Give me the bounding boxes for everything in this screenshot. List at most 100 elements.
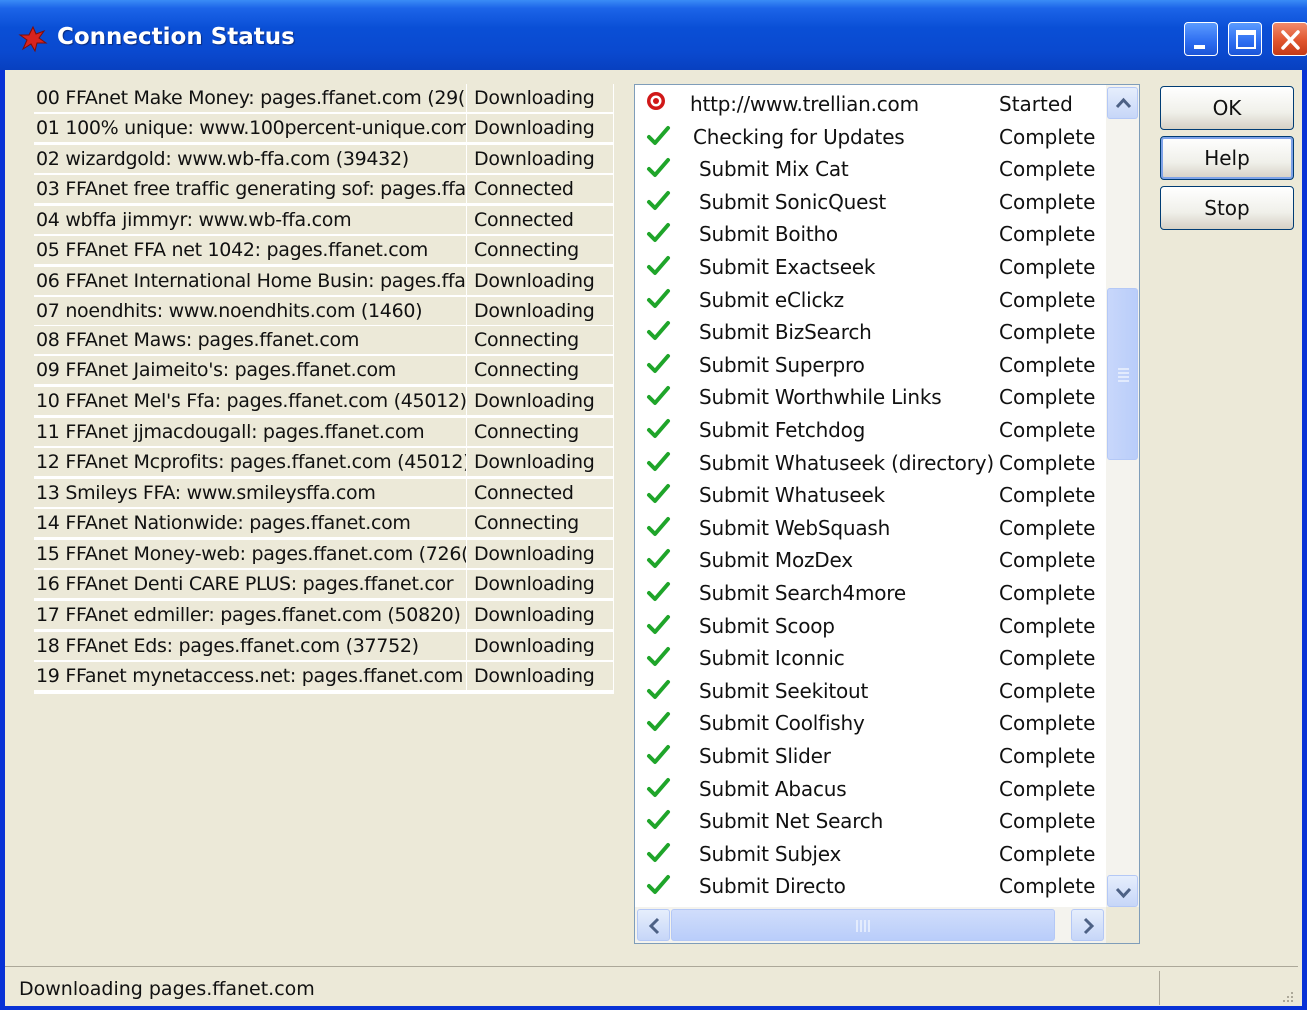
connection-row[interactable]: 10 FFAnet Mel's Ffa: pages.ffanet.com (4… <box>34 387 614 417</box>
task-row[interactable]: Submit MozDex Complete <box>635 543 1105 575</box>
connection-row[interactable]: 16 FFAnet Denti CARE PLUS: pages.ffanet.… <box>34 570 614 600</box>
task-row[interactable]: Submit Abacus Complete <box>635 772 1105 804</box>
connection-name: 10 FFAnet Mel's Ffa: pages.ffanet.com (4… <box>34 387 467 416</box>
checkmark-icon <box>647 810 670 830</box>
window-title: Connection Status <box>57 24 295 50</box>
task-row[interactable]: http://www.trellian.com Started <box>635 87 1105 119</box>
connection-row[interactable]: 04 wbffa jimmyr: www.wb-ffa.com Connected <box>34 206 614 236</box>
scroll-down-button[interactable] <box>1107 875 1138 907</box>
checkmark-icon <box>647 875 670 895</box>
maximize-button[interactable] <box>1228 22 1262 56</box>
task-row[interactable]: Submit Whatuseek (directory) Complete <box>635 446 1105 478</box>
task-row[interactable]: Submit Coolfishy Complete <box>635 706 1105 738</box>
minimize-button[interactable] <box>1184 22 1218 56</box>
task-label: Submit Coolfishy <box>699 711 865 736</box>
connection-row[interactable]: 03 FFAnet free traffic generating sof: p… <box>34 175 614 205</box>
connection-row[interactable]: 09 FFAnet Jaimeito's: pages.ffanet.com Co… <box>34 356 614 386</box>
connection-status: Downloading <box>467 448 614 477</box>
task-status: Complete <box>999 450 1096 475</box>
task-label: Submit SonicQuest <box>699 189 887 214</box>
checkmark-icon <box>647 125 670 145</box>
connection-row[interactable]: 00 FFAnet Make Money: pages.ffanet.com (… <box>34 84 614 114</box>
task-label: Submit BizSearch <box>699 320 872 345</box>
task-status: Complete <box>999 548 1096 573</box>
connection-name: 11 FFAnet jjmacdougall: pages.ffanet.com <box>34 418 467 447</box>
resize-grip-icon[interactable] <box>1280 989 1294 1003</box>
checkmark-icon <box>647 712 670 732</box>
chevron-right-icon <box>1083 917 1095 935</box>
task-row[interactable]: Submit Whatuseek Complete <box>635 478 1105 510</box>
checkmark-icon <box>647 647 670 667</box>
vertical-scroll-thumb[interactable] <box>1107 288 1138 460</box>
connection-name: 18 FFAnet Eds: pages.ffanet.com (37752) <box>34 632 467 661</box>
task-label: Submit Boitho <box>699 222 838 247</box>
close-icon <box>1281 30 1300 50</box>
connection-name: 09 FFAnet Jaimeito's: pages.ffanet.com <box>34 356 467 385</box>
connection-row[interactable]: 19 FFanet mynetaccess.net: pages.ffanet.… <box>34 662 614 692</box>
task-row[interactable]: Submit Exactseek Complete <box>635 250 1105 282</box>
scroll-right-button[interactable] <box>1071 909 1104 941</box>
task-row[interactable]: Submit Mix Cat Complete <box>635 152 1105 184</box>
task-label: Submit eClickz <box>699 287 844 312</box>
task-label: Submit Superpro <box>699 352 865 377</box>
task-status: Complete <box>999 255 1096 279</box>
horizontal-scrollbar[interactable] <box>635 907 1106 943</box>
ok-button[interactable]: OK <box>1160 86 1294 130</box>
task-label: Submit MozDex <box>699 548 853 573</box>
task-label: Submit Directo <box>699 874 846 899</box>
connection-row[interactable]: 18 FFAnet Eds: pages.ffanet.com (37752) D… <box>34 632 614 662</box>
connection-row[interactable]: 06 FFAnet International Home Busin: page… <box>34 267 614 297</box>
connection-row[interactable]: 02 wizardgold: www.wb-ffa.com (39432) Dow… <box>34 145 614 175</box>
task-row[interactable]: Submit Subjex Complete <box>635 837 1105 869</box>
connection-name: 04 wbffa jimmyr: www.wb-ffa.com <box>34 206 467 235</box>
stop-button[interactable]: Stop <box>1160 186 1294 230</box>
task-row[interactable]: Submit Directo Complete <box>635 869 1105 901</box>
connection-name: 01 100% unique: www.100percent-unique.co… <box>34 114 467 143</box>
connection-row[interactable]: 12 FFAnet Mcprofits: pages.ffanet.com (4… <box>34 448 614 478</box>
task-list-panel[interactable]: http://www.trellian.com Started Checking f… <box>634 84 1140 944</box>
connection-row[interactable]: 14 FFAnet Nationwide: pages.ffanet.com Co… <box>34 509 614 539</box>
task-row[interactable]: Submit Iconnic Complete <box>635 641 1105 673</box>
task-status: Complete <box>999 711 1096 736</box>
task-row[interactable]: Submit Superpro Complete <box>635 348 1105 380</box>
task-status: Complete <box>999 385 1096 410</box>
task-label: Submit Fetchdog <box>699 418 866 442</box>
task-row[interactable]: Submit Worthwhile Links Complete <box>635 380 1105 412</box>
checkmark-icon <box>647 484 670 504</box>
task-row[interactable]: Submit SonicQuest Complete <box>635 185 1105 217</box>
connection-row[interactable]: 11 FFAnet jjmacdougall: pages.ffanet.com… <box>34 418 614 448</box>
checkmark-icon <box>647 777 670 797</box>
task-row[interactable]: Submit Boitho Complete <box>635 217 1105 249</box>
task-row[interactable]: Submit Search4more Complete <box>635 576 1105 608</box>
task-status: Complete <box>999 744 1096 768</box>
vertical-scrollbar[interactable] <box>1106 85 1139 907</box>
connection-row[interactable]: 13 Smileys FFA: www.smileysffa.com Connec… <box>34 479 614 509</box>
task-row[interactable]: Submit Slider Complete <box>635 739 1105 771</box>
task-row[interactable]: Submit Seekitout Complete <box>635 674 1105 706</box>
connection-row[interactable]: 07 noendhits: www.noendhits.com (1460) Do… <box>34 297 614 327</box>
connections-list[interactable]: 00 FFAnet Make Money: pages.ffanet.com (… <box>34 84 614 694</box>
checkmark-icon <box>647 842 670 862</box>
horizontal-scroll-thumb[interactable] <box>671 909 1055 941</box>
task-status: Complete <box>999 189 1096 214</box>
task-row[interactable]: Submit eClickz Complete <box>635 283 1105 315</box>
task-row[interactable]: Submit Net Search Complete <box>635 804 1105 836</box>
task-row[interactable]: Submit BizSearch Complete <box>635 315 1105 347</box>
chevron-left-icon <box>648 917 660 935</box>
task-row[interactable]: Checking for Updates Complete <box>635 120 1105 152</box>
connection-row[interactable]: 17 FFAnet edmiller: pages.ffanet.com (50… <box>34 601 614 631</box>
scroll-up-button[interactable] <box>1107 87 1138 119</box>
task-row[interactable]: Submit Scoop Complete <box>635 609 1105 641</box>
connection-row[interactable]: 15 FFAnet Money-web: pages.ffanet.com (7… <box>34 540 614 570</box>
scroll-left-button[interactable] <box>637 909 670 941</box>
title-bar[interactable]: Connection Status <box>0 0 1307 70</box>
close-button[interactable] <box>1272 22 1307 56</box>
connection-row[interactable]: 08 FFAnet Maws: pages.ffanet.com Connecti… <box>34 326 614 356</box>
connection-name: 07 noendhits: www.noendhits.com (1460) <box>34 297 467 326</box>
task-row[interactable]: Submit WebSquash Complete <box>635 511 1105 543</box>
help-button[interactable]: Help <box>1160 136 1294 180</box>
connection-row[interactable]: 05 FFAnet FFA net 1042: pages.ffanet.com… <box>34 236 614 266</box>
task-row[interactable]: Submit Fetchdog Complete <box>635 413 1105 445</box>
checkmark-icon <box>647 582 670 601</box>
connection-row[interactable]: 01 100% unique: www.100percent-unique.co… <box>34 114 614 144</box>
